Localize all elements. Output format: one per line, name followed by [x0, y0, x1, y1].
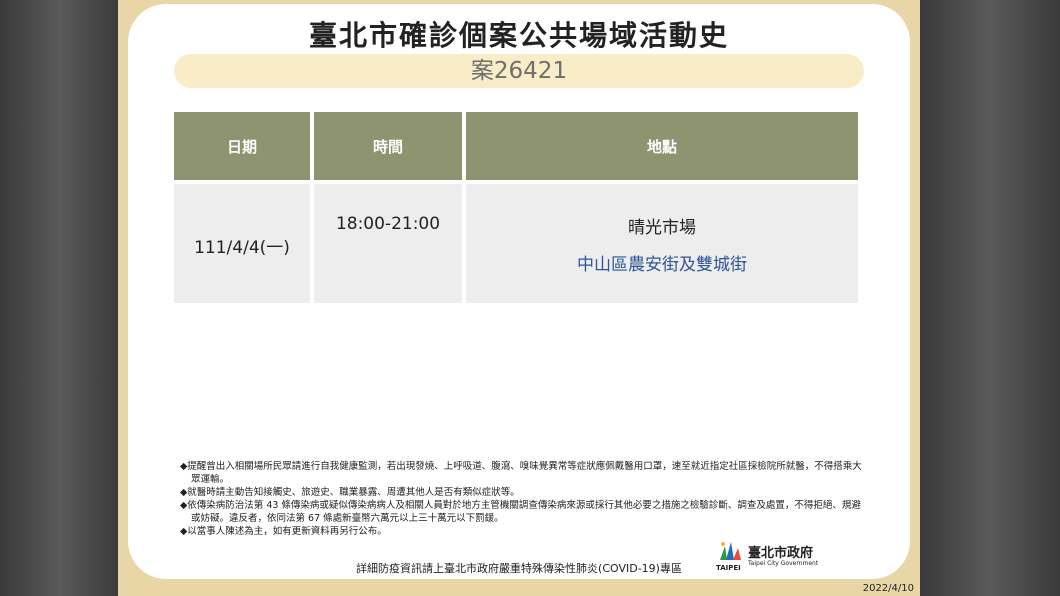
announcement-card: 臺北市確診個案公共場域活動史 案26421 日期 時間 地點 111/4/4(一… [128, 4, 910, 579]
note-item: ◆提醒曾出入相關場所民眾請進行自我健康監測，若出現發燒、上呼吸道、腹瀉、嗅味覺異… [180, 461, 862, 485]
logo-taipei-text: TAIPEI [716, 564, 741, 572]
table-row: 111/4/4(一) 18:00-21:00 晴光市場 中山區農安街及雙城街 [174, 184, 858, 303]
case-number: 案26421 [174, 54, 864, 88]
note-item: ◆就醫時請主動告知接觸史、旅遊史、職業暴露、周遭其他人是否有類似症狀等。 [180, 487, 520, 498]
header-location: 地點 [466, 112, 858, 180]
announcement-frame: 臺北市確診個案公共場域活動史 案26421 日期 時間 地點 111/4/4(一… [118, 0, 920, 596]
cell-date: 111/4/4(一) [174, 184, 310, 303]
background-left [0, 0, 120, 596]
background-right [920, 0, 1060, 596]
page-title: 臺北市確診個案公共場域活動史 [308, 19, 729, 52]
header-time: 時間 [314, 112, 462, 180]
logo-name: 臺北市政府 [748, 546, 814, 561]
place-address: 中山區農安街及雙城街 [577, 254, 747, 275]
cell-location: 晴光市場 中山區農安街及雙城街 [466, 184, 858, 303]
table-header-row: 日期 時間 地點 [174, 112, 858, 180]
note-item: ◆以當事人陳述為主，如有更新資料再另行公布。 [180, 526, 387, 537]
notes-list: ◆提醒曾出入相關場所民眾請進行自我健康監測，若出現發燒、上呼吸道、腹瀉、嗅味覺異… [180, 460, 870, 538]
taipei-logo-icon [720, 542, 741, 560]
taipei-city-logo: TAIPEI 臺北市政府 Taipei City Government [716, 540, 836, 574]
date-stamp: 2022/4/10 [862, 583, 914, 594]
place-name: 晴光市場 [628, 217, 696, 238]
cell-time: 18:00-21:00 [314, 184, 462, 303]
activity-table: 日期 時間 地點 111/4/4(一) 18:00-21:00 晴光市場 中山區… [170, 108, 862, 307]
logo-english-name: Taipei City Government [748, 560, 819, 567]
header-date: 日期 [174, 112, 310, 180]
note-item: ◆依傳染病防治法第 43 條傳染病或疑似傳染病病人及相關人員對於地方主管機關調查… [180, 500, 861, 524]
